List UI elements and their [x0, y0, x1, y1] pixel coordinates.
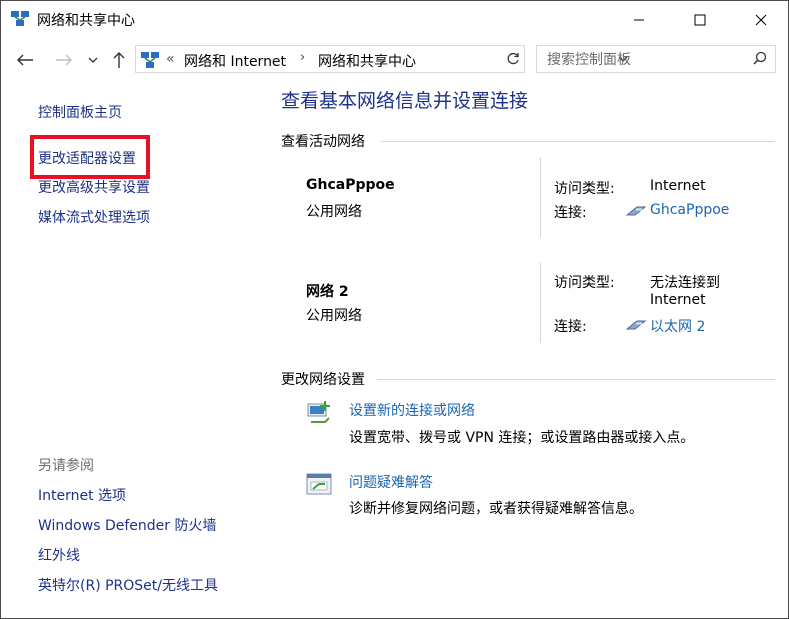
network-category-link: 公用网络 [306, 204, 362, 220]
minimize-button[interactable] [616, 1, 662, 39]
address-overflow[interactable]: « [166, 51, 175, 67]
change-settings-title: 更改网络设置 [281, 372, 365, 388]
infrared-link[interactable]: 红外线 [38, 545, 80, 565]
minimize-icon [634, 19, 644, 21]
internet-options-link[interactable]: Internet 选项 [38, 485, 126, 505]
troubleshoot-icon [306, 473, 332, 495]
connection-label: 连接: [554, 319, 587, 335]
windows-firewall-link[interactable]: Windows Defender 防火墙 [38, 515, 216, 535]
refresh-icon [507, 52, 519, 65]
access-type-label: 访问类型: [554, 181, 615, 197]
change-advanced-sharing-link[interactable]: 更改高级共享设置 [38, 177, 150, 197]
intel-proset-link[interactable]: 英特尔(R) PROSet/无线工具 [38, 575, 218, 595]
ethernet-connection-icon [625, 320, 647, 330]
setup-connection-link[interactable]: 设置新的连接或网络 [349, 400, 475, 420]
page-title: 查看基本网络信息并设置连接 [281, 90, 529, 112]
control-panel-home-link[interactable]: 控制面板主页 [38, 102, 122, 122]
network-name: GhcaPppoe [306, 177, 395, 193]
active-networks-title: 查看活动网络 [281, 134, 365, 150]
access-type-value: Internet [650, 178, 706, 194]
search-icon[interactable] [753, 51, 767, 65]
media-streaming-link[interactable]: 媒体流式处理选项 [38, 207, 150, 227]
new-connection-icon [307, 401, 330, 423]
connection-link[interactable]: GhcaPppoe [650, 202, 729, 218]
back-button[interactable] [14, 49, 36, 71]
up-button[interactable] [108, 49, 130, 71]
maximize-button[interactable] [677, 1, 723, 39]
ethernet-connection-icon [625, 206, 647, 216]
window-title: 网络和共享中心 [37, 13, 135, 29]
title-bar[interactable]: 网络和共享中心 [1, 1, 788, 39]
recent-locations-button[interactable] [85, 49, 101, 71]
access-type-value: 无法连接到 [650, 275, 720, 291]
vertical-divider [540, 263, 541, 343]
vertical-divider [540, 157, 541, 237]
breadcrumb-network-internet[interactable]: 网络和 Internet [184, 51, 286, 71]
troubleshoot-link[interactable]: 问题疑难解答 [349, 472, 433, 492]
section-divider [377, 379, 775, 380]
search-box[interactable] [536, 45, 776, 73]
maximize-icon [694, 14, 706, 26]
section-divider [381, 141, 775, 142]
connection-link[interactable]: 以太网 2 [650, 316, 705, 336]
network-center-icon [11, 11, 29, 26]
breadcrumb-network-center[interactable]: 网络和共享中心 [318, 51, 416, 71]
access-type-value-line2: Internet [650, 292, 706, 308]
access-type-label: 访问类型: [554, 275, 615, 291]
red-highlight-box [30, 135, 150, 179]
network-category-link: 公用网络 [306, 308, 362, 324]
network-center-icon [141, 52, 159, 68]
forward-button[interactable] [53, 49, 75, 71]
see-also-title: 另请参阅 [38, 458, 94, 474]
chevron-down-icon [88, 57, 98, 63]
close-icon [755, 14, 767, 26]
breadcrumb-chevron-icon[interactable]: › [300, 50, 305, 65]
arrow-up-icon [113, 52, 125, 68]
navigation-bar: « 网络和 Internet › 网络和共享中心 [1, 39, 788, 83]
arrow-right-icon [56, 54, 72, 66]
troubleshoot-desc: 诊断并修复网络问题，或者获得疑难解答信息。 [349, 501, 643, 517]
address-bar[interactable]: « 网络和 Internet › 网络和共享中心 [135, 45, 628, 73]
refresh-button[interactable] [501, 45, 525, 73]
setup-connection-desc: 设置宽带、拨号或 VPN 连接；或设置路由器或接入点。 [349, 430, 695, 446]
connection-label: 连接: [554, 205, 587, 221]
window: 网络和共享中心 « 网络和 Internet › 网络和共享中心 搜索控制面板 … [0, 0, 789, 619]
close-button[interactable] [738, 1, 784, 39]
network-name: 网络 2 [306, 284, 349, 300]
search-input[interactable] [545, 49, 749, 71]
arrow-left-icon [17, 54, 33, 66]
